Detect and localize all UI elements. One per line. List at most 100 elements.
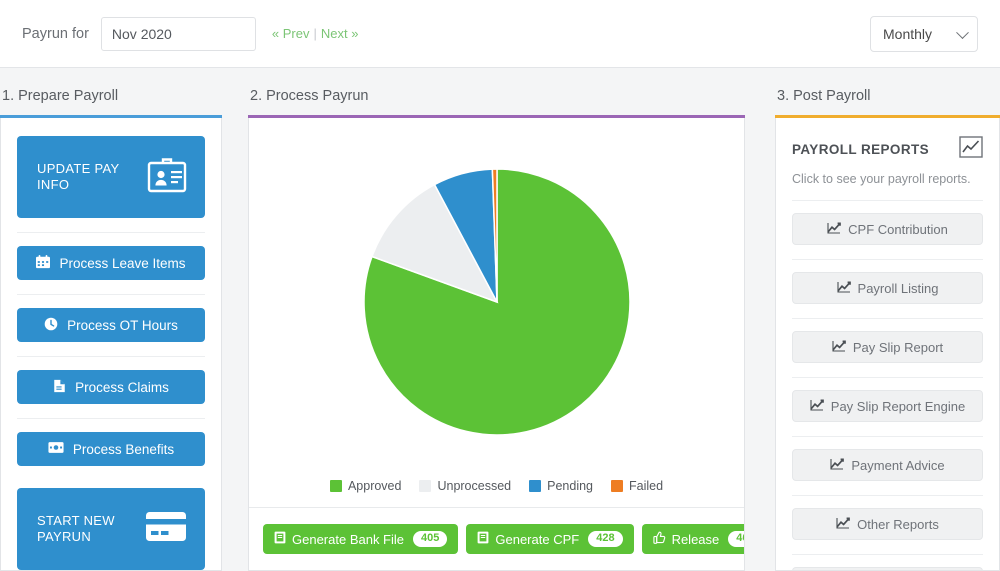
update-pay-info-label: UPDATE PAY INFO [37,161,120,192]
divider [792,318,983,319]
payrun-label: Payrun for [22,25,89,42]
process-claims-button[interactable]: Process Claims [17,370,205,404]
process-benefits-label: Process Benefits [72,441,175,457]
divider [792,200,983,201]
process-leave-items-button[interactable]: Process Leave Items [17,246,205,280]
generate-cpf-count: 428 [588,531,623,547]
chart-line-icon [832,340,846,355]
chart-box-icon [959,136,983,163]
report-payment-advice-button[interactable]: Payment Advice [792,449,983,481]
calendar-icon [36,254,51,272]
payroll-reports-header: PAYROLL REPORTS [792,136,983,163]
release-label: Release [671,531,720,547]
divider [792,495,983,496]
id-badge-icon [147,157,187,198]
generate-cpf-label: Generate CPF [495,531,580,547]
generate-bank-file-label: Generate Bank File [292,531,405,547]
post-payroll-title: 3. Post Payroll [777,88,871,104]
top-bar: Payrun for « Prev| Next » Monthly [0,0,1000,68]
legend-swatch [419,480,432,492]
process-leave-items-label: Process Leave Items [59,255,186,271]
report-pay-slip-report-engine-button[interactable]: Pay Slip Report Engine [792,390,983,422]
legend-label: Unprocessed [437,479,512,493]
prepare-payroll-title: 1. Prepare Payroll [2,88,119,104]
nav-separator: | [313,26,317,41]
process-claims-label: Process Claims [75,379,169,395]
next-period-link[interactable]: Next » [321,26,359,41]
report-cpf-contribution-button[interactable]: CPF Contribution [792,213,983,245]
process-payrun-card: Approved Unprocessed Pending Failed Gene… [248,118,745,571]
process-benefits-button[interactable]: Process Benefits [17,432,205,466]
report-label: Pay Slip Report Engine [830,398,966,414]
payroll-reports-title: PAYROLL REPORTS [792,142,930,157]
payrun-status-pie-chart [249,124,744,479]
start-new-payrun-button[interactable]: START NEW PAYRUN [17,488,205,570]
period-navigation: « Prev | Next » [272,26,359,41]
main-columns: 1. Prepare Payroll UPDATE PAY INFO Proce… [0,68,1000,571]
clock-icon [44,317,58,334]
report-label: Pay Slip Report [852,339,944,355]
pie-svg [362,167,631,436]
chart-line-icon [836,281,851,296]
chart-line-icon [830,458,845,473]
divider [17,418,205,419]
report-label: Payroll Listing [857,280,939,296]
legend-item[interactable]: Failed [611,479,663,493]
banknote-icon [48,441,64,457]
prev-period-link[interactable]: « Prev [272,26,310,41]
legend-label: Approved [347,479,402,493]
report-transfer-to-accounting-button[interactable]: Transfer to Accounting [792,567,983,570]
chart-line-icon [836,517,851,532]
column-prepare-payroll: 1. Prepare Payroll UPDATE PAY INFO Proce… [0,68,222,571]
release-button[interactable]: Release 468 [641,524,744,554]
process-payrun-title: 2. Process Payrun [250,88,369,104]
document-icon [53,379,66,396]
divider [792,259,983,260]
report-label: CPF Contribution [848,221,948,237]
legend-item[interactable]: Pending [529,479,593,493]
legend-label: Failed [629,479,664,493]
legend-item[interactable]: Unprocessed [419,479,511,493]
legend-label: Pending [547,479,593,493]
column-process-payrun: 2. Process Payrun Approved Unprocessed Pen… [248,68,745,571]
start-new-payrun-label: START NEW PAYRUN [37,513,115,544]
file-invoice-icon [274,531,286,547]
divider [17,356,205,357]
process-ot-hours-button[interactable]: Process OT Hours [17,308,205,342]
chart-line-icon [810,399,824,414]
legend-swatch [329,480,342,492]
release-count: 468 [728,531,744,547]
legend-item[interactable]: Approved [329,479,402,493]
legend-swatch [611,480,623,492]
report-payroll-listing-button[interactable]: Payroll Listing [792,272,983,304]
chart-line-icon [827,222,841,237]
payrun-action-bar: Generate Bank File 405 Generate CPF 428 … [249,508,744,570]
credit-card-icon [145,511,187,547]
frequency-select[interactable]: Monthly [870,15,978,52]
report-label: Payment Advice [851,457,945,473]
divider [17,294,205,295]
update-pay-info-button[interactable]: UPDATE PAY INFO [17,136,205,218]
prepare-payroll-card: UPDATE PAY INFO Process Leave Items Proc… [0,118,222,571]
report-pay-slip-report-button[interactable]: Pay Slip Report [792,331,983,363]
generate-cpf-button[interactable]: Generate CPF 428 [466,524,634,554]
legend-swatch [529,480,542,492]
report-label: Other Reports [857,516,939,532]
divider [17,232,205,233]
thumbs-up-icon [652,531,666,547]
payrun-period-input[interactable] [100,16,256,51]
divider [792,377,983,378]
generate-bank-file-button[interactable]: Generate Bank File 405 [263,524,459,554]
payroll-reports-subtitle: Click to see your payroll reports. [792,172,971,186]
post-payroll-card: PAYROLL REPORTS Click to see your payrol… [775,118,1000,571]
process-ot-hours-label: Process OT Hours [67,317,178,333]
report-other-reports-button[interactable]: Other Reports [792,508,983,540]
file-invoice-icon [477,531,489,547]
generate-bank-file-count: 405 [413,531,448,547]
column-post-payroll: 3. Post Payroll PAYROLL REPORTS Click to… [775,68,1000,571]
frequency-select-wrapper: Monthly [870,15,978,52]
pie-chart-legend: Approved Unprocessed Pending Failed [249,479,744,507]
divider [792,436,983,437]
divider [792,554,983,555]
